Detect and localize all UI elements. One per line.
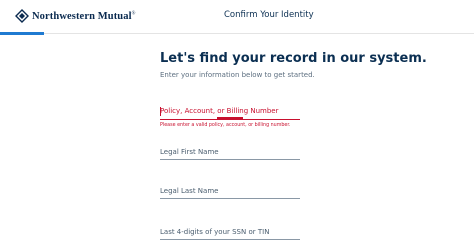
policy-number-field[interactable]: Policy, Account, or Billing Number (160, 107, 300, 121)
page-title: Let's find your record in our system. (160, 51, 427, 66)
brand-trademark: ® (131, 11, 136, 16)
policy-number-error-message: Please enter a valid policy, account, or… (160, 123, 291, 128)
first-name-field[interactable]: Legal First Name (160, 148, 300, 162)
northwestern-mutual-logo-icon (15, 9, 29, 23)
last-name-underline (160, 198, 300, 199)
header-active-indicator (0, 32, 44, 35)
ssn-underline (160, 239, 300, 240)
text-cursor (160, 107, 161, 116)
header-title: Confirm Your Identity (224, 10, 314, 20)
header-divider (0, 33, 474, 34)
last-name-label: Legal Last Name (160, 187, 219, 195)
policy-number-underline (160, 119, 300, 120)
brand-logo[interactable]: Northwestern Mutual® (15, 9, 136, 23)
policy-number-label: Policy, Account, or Billing Number (160, 107, 279, 115)
last-name-field[interactable]: Legal Last Name (160, 187, 300, 201)
first-name-underline (160, 159, 300, 160)
ssn-label: Last 4-digits of your SSN or TIN (160, 228, 270, 236)
first-name-label: Legal First Name (160, 148, 219, 156)
page-subtitle: Enter your information below to get star… (160, 71, 315, 79)
top-header: Northwestern Mutual® Confirm Your Identi… (0, 0, 474, 35)
brand-name: Northwestern Mutual® (32, 10, 136, 22)
ssn-field[interactable]: Last 4-digits of your SSN or TIN (160, 228, 300, 242)
